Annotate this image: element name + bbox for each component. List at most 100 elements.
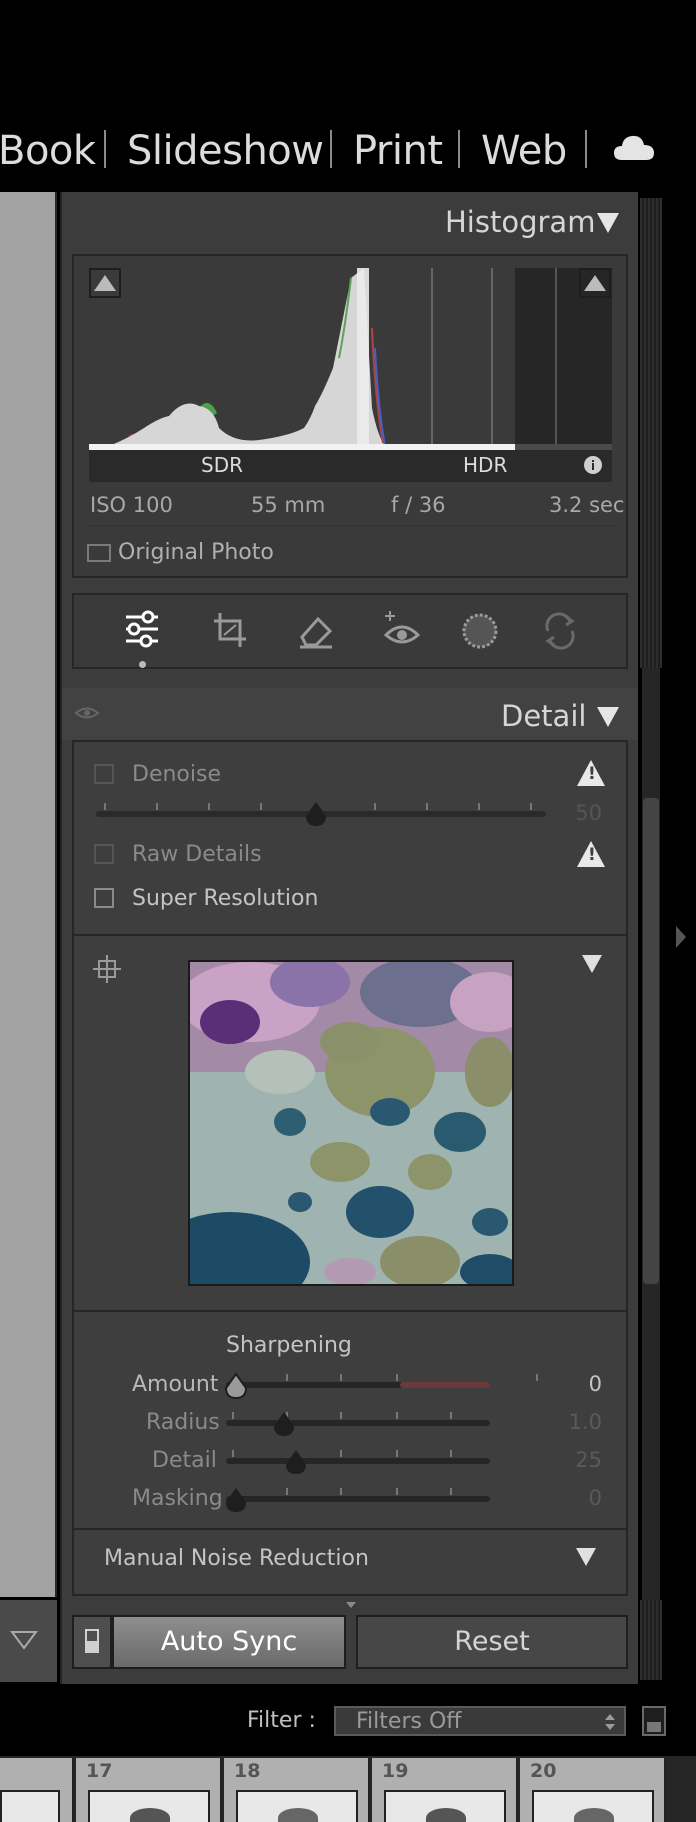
slider-tick-mark (396, 1488, 398, 1495)
original-photo-checkbox[interactable] (87, 544, 111, 562)
sharpening-title: Sharpening (226, 1333, 352, 1358)
filmstrip-number: 20 (530, 1760, 557, 1782)
detail-title[interactable]: Detail (501, 699, 586, 733)
detail-preview-image[interactable] (188, 960, 514, 1286)
filmstrip-number: 19 (382, 1760, 409, 1782)
left-panel (0, 192, 57, 1597)
divider (74, 1310, 626, 1312)
highlight-clipping-icon[interactable] (579, 268, 611, 298)
edit-sliders-icon[interactable] (122, 609, 162, 653)
raw-details-checkbox[interactable] (94, 844, 114, 864)
active-tool-indicator (139, 661, 146, 668)
module-print[interactable]: Print (353, 128, 443, 174)
amount-value: 0 (588, 1372, 602, 1396)
slider-tick-mark (260, 803, 262, 810)
denoise-label: Denoise (132, 762, 221, 787)
slider-tick-mark (286, 1374, 288, 1381)
manual-noise-reduction-label[interactable]: Manual Noise Reduction (104, 1546, 369, 1571)
filter-bar: Filter : Filters Off (0, 1690, 696, 1750)
crop-icon[interactable] (210, 609, 250, 653)
detail-slider-value: 25 (575, 1448, 602, 1472)
detail-slider-label: Detail (152, 1448, 217, 1473)
amount-slider-thumb[interactable] (224, 1372, 248, 1400)
denoise-warning-icon[interactable]: ! (577, 760, 605, 786)
raw-details-warning-icon[interactable]: ! (577, 841, 605, 867)
masking-slider-track[interactable] (226, 1496, 490, 1502)
slider-tick-mark (208, 803, 210, 810)
histogram-collapse-icon[interactable] (597, 213, 619, 233)
masking-icon[interactable] (460, 609, 500, 653)
healing-eraser-icon[interactable] (296, 609, 336, 653)
scrollbar-grip-top (640, 198, 662, 668)
shadow-clipping-icon[interactable] (89, 268, 121, 298)
amount-slider-range (400, 1382, 490, 1388)
module-web[interactable]: Web (481, 128, 567, 174)
amount-label: Amount (132, 1372, 219, 1397)
panel-end-icon (346, 1602, 356, 1608)
slider-tick-mark (426, 803, 428, 810)
module-separator (330, 130, 332, 168)
slider-tick-mark (396, 1450, 398, 1457)
filmstrip-cell[interactable] (0, 1758, 74, 1822)
noise-reduction-expand-icon[interactable] (576, 1548, 596, 1566)
visibility-eye-icon[interactable] (74, 704, 100, 722)
module-separator (104, 130, 106, 168)
filmstrip-number: 17 (86, 1760, 113, 1782)
presets-icon[interactable] (540, 609, 580, 653)
histogram-range-bar: SDR HDR (89, 450, 612, 482)
cloud-icon[interactable] (612, 130, 656, 166)
module-slideshow[interactable]: Slideshow (127, 128, 324, 174)
radius-slider-track[interactable] (226, 1420, 490, 1426)
masking-label: Masking (132, 1486, 223, 1511)
filter-select[interactable]: Filters Off (334, 1706, 626, 1736)
hdr-label: HDR (463, 453, 508, 477)
sync-row: Auto Sync Reset (72, 1615, 628, 1671)
filmstrip: 17 18 19 20 (0, 1756, 696, 1822)
preview-collapse-icon[interactable] (582, 955, 602, 973)
scrollbar-thumb[interactable] (643, 798, 659, 1284)
info-icon[interactable] (583, 455, 603, 475)
module-book[interactable]: Book (0, 128, 96, 174)
slider-tick-mark (104, 803, 106, 810)
filmstrip-cell[interactable]: 17 (76, 1758, 222, 1822)
module-picker: Book Slideshow Print Web (0, 110, 696, 190)
histogram-title[interactable]: Histogram (445, 205, 595, 239)
slider-tick-mark (374, 803, 376, 810)
sync-toggle-switch[interactable] (72, 1615, 112, 1669)
filmstrip-cell[interactable]: 18 (224, 1758, 370, 1822)
target-crosshair-icon[interactable] (92, 954, 122, 984)
slider-tick-mark (340, 1450, 342, 1457)
slider-tick-mark (232, 1450, 234, 1457)
filmstrip-cell[interactable]: 19 (372, 1758, 518, 1822)
triangle-down-icon[interactable] (10, 1630, 38, 1650)
module-separator (458, 130, 460, 168)
detail-slider-thumb[interactable] (284, 1448, 308, 1476)
denoise-checkbox[interactable] (94, 764, 114, 784)
filmstrip-cell[interactable]: 20 (520, 1758, 666, 1822)
slider-tick-mark (450, 1412, 452, 1419)
aperture-value: f / 36 (391, 493, 446, 517)
auto-sync-button[interactable]: Auto Sync (112, 1615, 346, 1669)
filter-label: Filter : (247, 1708, 316, 1733)
slider-tick-mark (450, 1488, 452, 1495)
masking-slider-thumb[interactable] (224, 1486, 248, 1514)
scrollbar-grip-bottom (640, 1600, 662, 1680)
divider (74, 934, 626, 936)
reset-button[interactable]: Reset (356, 1615, 628, 1669)
slider-tick-mark (396, 1374, 398, 1381)
detail-slider-track[interactable] (226, 1458, 490, 1464)
detail-collapse-icon[interactable] (597, 707, 619, 727)
focal-length-value: 55 mm (251, 493, 326, 517)
divider (86, 525, 616, 527)
red-eye-icon[interactable] (382, 607, 422, 651)
slider-tick-mark (536, 1374, 538, 1381)
slider-tick-mark (156, 803, 158, 810)
slider-tick-mark (340, 1488, 342, 1495)
radius-slider-thumb[interactable] (272, 1410, 296, 1438)
super-resolution-checkbox[interactable] (94, 888, 114, 908)
filmstrip-number: 18 (234, 1760, 261, 1782)
expand-right-panel-icon[interactable] (674, 924, 688, 950)
denoise-slider-thumb[interactable] (304, 800, 328, 828)
denoise-value: 50 (575, 801, 602, 825)
filter-lock-toggle[interactable] (642, 1706, 666, 1736)
